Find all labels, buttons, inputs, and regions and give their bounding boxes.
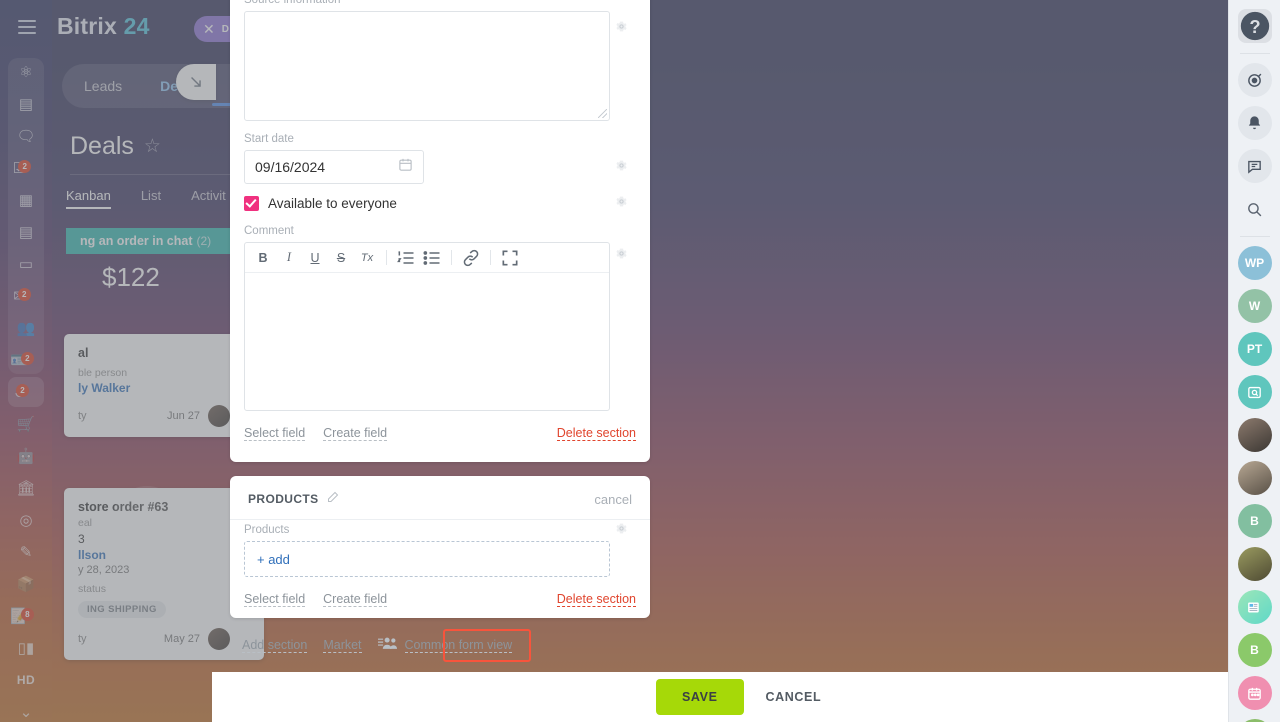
calendar-icon[interactable]	[1237, 676, 1272, 710]
field-settings-panel: Source information Start date 09/16/2024	[212, 0, 1228, 722]
document-search-icon[interactable]	[1237, 375, 1272, 409]
editor-toolbar[interactable]: B I U S Tx	[245, 243, 609, 273]
underline-icon[interactable]: U	[305, 248, 325, 268]
section-actions[interactable]: Select field Create field Delete section	[244, 592, 636, 607]
field-comment: Comment B I U S Tx	[244, 225, 636, 411]
comment-editor[interactable]: B I U S Tx	[244, 242, 610, 411]
toolbar-divider	[490, 250, 491, 265]
gear-icon[interactable]	[615, 159, 628, 172]
field-label: Comment	[244, 225, 294, 237]
section-action-links[interactable]: Select field Create field	[244, 426, 388, 441]
avatar[interactable]	[1237, 461, 1272, 495]
create-field-link[interactable]: Create field	[323, 592, 388, 607]
clear-format-icon[interactable]: Tx	[357, 248, 377, 268]
screen: Leads Deals Deals ☆ Kanban List Activit …	[0, 0, 1280, 722]
help-glyph: ?	[1240, 11, 1269, 41]
add-product-link[interactable]: + add	[257, 552, 290, 567]
create-field-link[interactable]: Create field	[323, 426, 388, 441]
field-label: Products	[244, 524, 290, 536]
start-date-input[interactable]: 09/16/2024	[244, 150, 424, 184]
add-section-link[interactable]: Add section	[242, 638, 308, 653]
search-icon[interactable]	[1238, 192, 1272, 226]
avatar[interactable]: B	[1237, 504, 1272, 538]
bold-icon[interactable]: B	[253, 248, 273, 268]
chat-icon[interactable]	[1237, 149, 1272, 183]
market-link[interactable]: Market	[323, 638, 362, 653]
select-field-link[interactable]: Select field	[244, 592, 306, 607]
avatar-initials: B	[1250, 643, 1259, 657]
products-title-group: PRODUCTS	[248, 490, 339, 508]
bullet-list-icon[interactable]	[422, 248, 442, 268]
avatar[interactable]: PT	[1237, 332, 1272, 366]
add-section-highlight	[443, 629, 531, 662]
field-start-date: Start date 09/16/2024	[244, 133, 636, 184]
field-products: Products + add	[244, 522, 636, 577]
form-section-products: PRODUCTS cancel Products + add Select fi…	[230, 476, 650, 618]
avatar[interactable]: B	[1237, 633, 1272, 667]
section-actions[interactable]: Select field Create field Delete section	[244, 426, 636, 441]
start-date-value: 09/16/2024	[255, 159, 326, 175]
avatar[interactable]	[1237, 418, 1272, 452]
products-add-box[interactable]: + add	[244, 541, 610, 577]
svg-text:?: ?	[1249, 16, 1260, 37]
field-source-information: Source information	[244, 0, 636, 121]
calendar-icon[interactable]	[398, 157, 413, 177]
help-icon[interactable]: ?	[1237, 9, 1272, 43]
people-icon	[377, 636, 397, 655]
source-information-textarea[interactable]	[244, 11, 610, 121]
section-cancel-link[interactable]: cancel	[594, 492, 632, 507]
pulse-icon[interactable]	[1237, 63, 1272, 97]
avatar-initials: PT	[1246, 342, 1263, 356]
resize-grip[interactable]	[598, 109, 607, 118]
toolbar-divider	[451, 250, 452, 265]
products-section-header: PRODUCTS cancel	[230, 476, 650, 520]
field-label: Start date	[244, 133, 294, 145]
strikethrough-icon[interactable]: S	[331, 248, 351, 268]
cancel-button[interactable]: CANCEL	[766, 690, 822, 704]
field-label: Source information	[244, 0, 341, 6]
news-icon[interactable]	[1237, 590, 1272, 624]
comment-editor-body[interactable]	[245, 273, 609, 410]
field-available-to-everyone: Available to everyone	[244, 196, 636, 211]
gear-icon[interactable]	[615, 20, 628, 33]
rail-divider	[1239, 53, 1270, 54]
avatar[interactable]: W	[1237, 289, 1272, 323]
delete-section-link[interactable]: Delete section	[556, 426, 636, 441]
delete-section-link[interactable]: Delete section	[556, 592, 636, 607]
link-icon[interactable]	[461, 248, 481, 268]
avatar-initials: W	[1248, 299, 1261, 313]
rail-divider	[1239, 236, 1270, 237]
gear-icon[interactable]	[615, 195, 628, 208]
gear-icon[interactable]	[615, 247, 628, 260]
panel-footer: SAVE CANCEL	[212, 672, 1228, 722]
notifications-icon[interactable]	[1237, 106, 1272, 140]
fullscreen-icon[interactable]	[500, 248, 520, 268]
select-field-link[interactable]: Select field	[244, 426, 306, 441]
available-to-everyone-row[interactable]: Available to everyone	[244, 196, 636, 211]
section-title: PRODUCTS	[248, 492, 319, 506]
avatar[interactable]	[1237, 547, 1272, 581]
avatar[interactable]: WP	[1237, 246, 1272, 280]
edit-icon[interactable]	[327, 490, 339, 508]
checkbox-label: Available to everyone	[268, 196, 397, 211]
italic-icon[interactable]: I	[279, 248, 299, 268]
available-to-everyone-checkbox[interactable]	[244, 196, 259, 211]
avatar-initials: WP	[1244, 256, 1265, 270]
section-action-links[interactable]: Select field Create field	[244, 592, 388, 607]
right-sidebar[interactable]: ? WP W PT B B P	[1228, 0, 1280, 722]
save-button[interactable]: SAVE	[656, 679, 744, 715]
toolbar-divider	[386, 250, 387, 265]
form-section-general: Source information Start date 09/16/2024	[230, 0, 650, 462]
gear-icon[interactable]	[615, 522, 628, 535]
avatar-initials: B	[1250, 514, 1259, 528]
ordered-list-icon[interactable]	[396, 248, 416, 268]
